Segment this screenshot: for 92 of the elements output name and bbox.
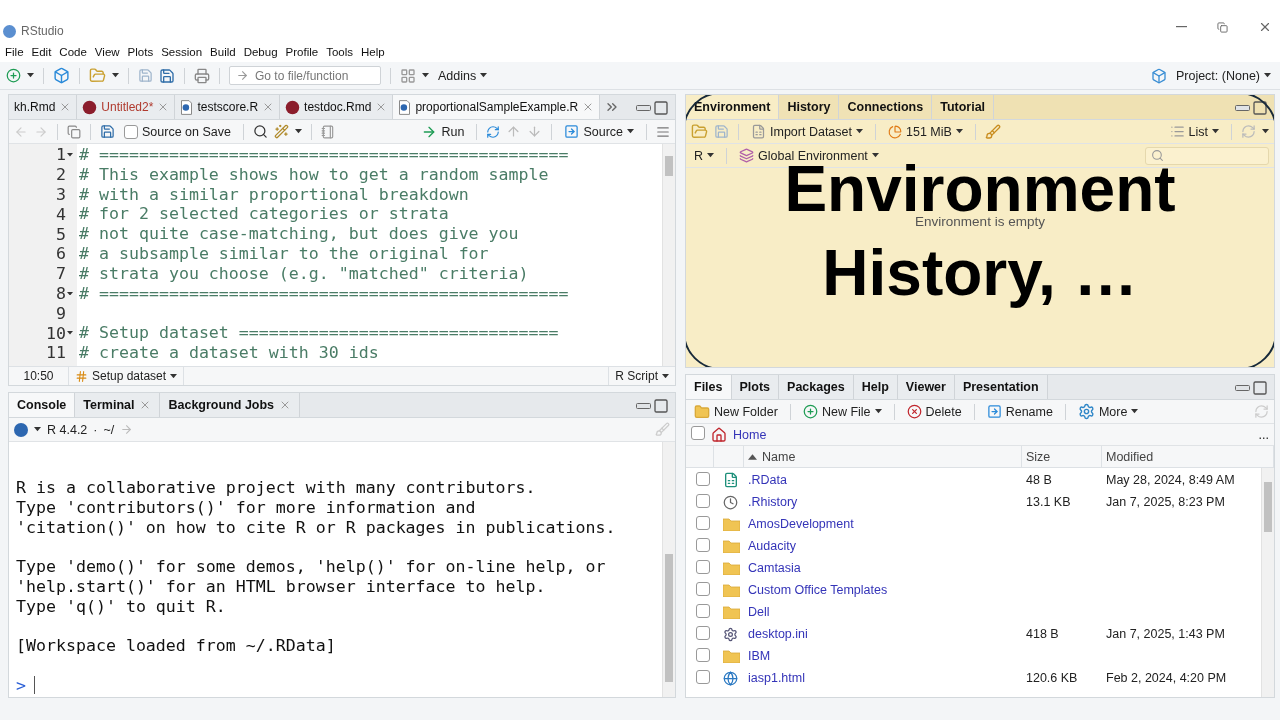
console-output: 'help.start()' for an HTML browser interface to help. <box>16 577 546 596</box>
source-on-save-checkbox[interactable]: Source on Save <box>121 121 234 142</box>
file-action-button[interactable]: New File <box>799 401 885 422</box>
addins-button[interactable]: Addins <box>435 65 491 86</box>
menu-item[interactable]: Debug <box>239 46 282 58</box>
environment-selector[interactable]: Global Environment <box>736 145 882 166</box>
file-link[interactable]: .RData <box>748 473 787 487</box>
file-action-button[interactable]: More <box>1074 401 1142 422</box>
home-link[interactable]: Home <box>733 427 767 442</box>
console-output: 'citation()' on how to cite R or R packages in publications. <box>16 517 616 537</box>
files-tab[interactable]: Files <box>686 375 732 399</box>
file-link[interactable]: iasp1.html <box>748 671 805 685</box>
console-output: Type 'q()' to quit R. <box>16 596 226 616</box>
file-action-button[interactable]: Delete <box>903 401 965 422</box>
file-modified: Jan 7, 2025, 1:43 PM <box>1106 627 1225 641</box>
code-line: # for 2 selected categories or strata <box>79 204 449 224</box>
menu-item[interactable]: Profile <box>281 46 323 58</box>
r-version: R 4.4.2 <box>47 422 88 437</box>
column-header[interactable]: Name <box>762 449 796 464</box>
file-size: 13.1 KB <box>1026 495 1071 509</box>
section-selector[interactable]: Setup dataset <box>92 369 167 383</box>
menu-item[interactable]: Session <box>157 46 207 58</box>
line-number: 8 <box>9 283 77 304</box>
console-output: Type 'demo()' for some demos, 'help()' for on-line help, or <box>16 557 606 577</box>
file-link[interactable]: IBM <box>748 649 771 663</box>
file-modified: Feb 2, 2024, 4:20 PM <box>1106 671 1227 685</box>
console-tab[interactable]: Console <box>9 393 76 417</box>
working-directory: ~/ <box>103 422 115 437</box>
file-modified: Jan 7, 2025, 8:23 PM <box>1106 495 1225 509</box>
menu-item[interactable]: Build <box>206 46 240 58</box>
source-button[interactable]: Source <box>561 121 637 142</box>
code-line: # Setup dataset ================================ <box>79 323 559 343</box>
go-to-file-field[interactable]: Go to file/function <box>229 66 381 85</box>
memory-usage-button[interactable]: 151 MiB <box>885 121 966 142</box>
code-line: # create a dataset with 30 ids <box>79 342 379 362</box>
run-button[interactable]: Run <box>418 121 468 142</box>
line-number: 7 <box>55 263 67 284</box>
file-link[interactable]: .Rhistory <box>748 495 798 509</box>
code-line: # with a similar proportional breakdown <box>79 184 469 204</box>
file-link[interactable]: Audacity <box>748 539 796 553</box>
line-number: 10 <box>9 323 77 343</box>
file-link[interactable]: Camtasia <box>748 561 801 575</box>
prompt: > <box>16 675 26 695</box>
file-size: 48 B <box>1026 473 1052 487</box>
column-header[interactable]: Size <box>1026 449 1051 464</box>
file-modified: May 28, 2024, 8:49 AM <box>1106 473 1235 487</box>
project-button[interactable]: Project: (None) <box>1172 65 1274 86</box>
more-path-button[interactable]: ... <box>1258 427 1269 442</box>
file-size: 120.6 KB <box>1026 671 1078 685</box>
environment-tab[interactable]: Environment <box>686 95 780 119</box>
language-selector[interactable]: R <box>691 145 718 166</box>
view-mode-button[interactable]: List <box>1166 121 1222 142</box>
cursor-position: 10:50 <box>23 369 54 383</box>
code-line: # This example shows how to get a random sample <box>79 164 549 184</box>
code-line: # strata you choose (e.g. "matched" criteria) <box>79 263 529 283</box>
column-header[interactable]: Modified <box>1106 449 1154 464</box>
code-line: # =============================================== <box>79 283 569 303</box>
menu-item[interactable]: File <box>1 46 28 58</box>
file-type-selector[interactable]: R Script <box>615 369 658 383</box>
line-number: 2 <box>55 164 67 185</box>
line-number: 4 <box>55 204 67 225</box>
empty-message: Environment is empty <box>915 214 1045 229</box>
file-link[interactable]: AmosDevelopment <box>748 517 854 531</box>
line-number: 1 <box>9 145 77 165</box>
line-number: 5 <box>55 224 67 244</box>
code-line: # not quite case-matching, but does give you <box>79 224 519 244</box>
file-link[interactable]: Custom Office Templates <box>748 583 888 597</box>
line-number: 11 <box>45 342 67 363</box>
code-line: # a subsample similar to the original for <box>79 244 489 263</box>
code-line: # =============================================== <box>79 145 569 164</box>
editor-tab[interactable]: proportionalSampleExample.R <box>393 95 601 119</box>
menu-item[interactable]: View <box>90 46 124 58</box>
separator-dot: · <box>93 422 98 437</box>
menu-item[interactable]: Tools <box>322 46 357 58</box>
file-link[interactable]: Dell <box>748 605 770 619</box>
line-number: 9 <box>55 303 67 324</box>
menu-item[interactable]: Plots <box>123 46 158 58</box>
menu-item[interactable]: Edit <box>27 46 56 58</box>
console-output: Type 'contributors()' for more information and <box>16 497 476 517</box>
callout-text: History, … <box>822 247 1138 311</box>
import-dataset-button[interactable]: Import Dataset <box>748 121 866 142</box>
file-action-button[interactable]: New Folder <box>691 401 781 422</box>
file-size: 418 B <box>1026 627 1059 641</box>
line-number: 3 <box>55 184 67 205</box>
console-output: R is a collaborative project with many contributors. <box>16 478 536 497</box>
file-action-button[interactable]: Rename <box>983 401 1056 422</box>
line-number: 6 <box>55 244 67 264</box>
window-title: RStudio <box>21 24 64 38</box>
menu-item[interactable]: Code <box>55 46 91 58</box>
console-output: [Workspace loaded from ~/.RData] <box>16 636 336 656</box>
menu-item[interactable]: Help <box>357 46 389 58</box>
file-link[interactable]: desktop.ini <box>748 627 808 641</box>
